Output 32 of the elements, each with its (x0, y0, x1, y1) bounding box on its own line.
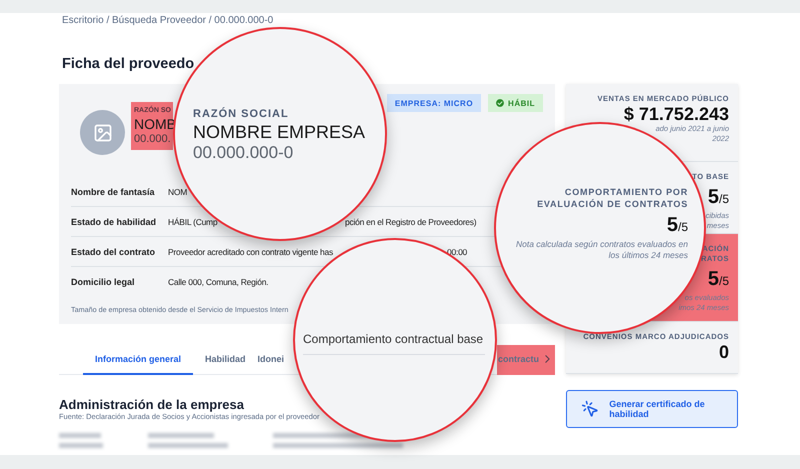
company-name: NOMBRE EMPRESA (193, 121, 366, 143)
detail-label: Estado de habilidad (71, 216, 156, 226)
detail-label: Nombre de fantasía (71, 186, 155, 196)
detail-value: Calle 000, Comuna, Región. (168, 277, 268, 287)
page-title: Ficha del proveedo (61, 55, 194, 74)
check-icon (496, 99, 504, 107)
score-title: COMPORTAMIENTO POR EVALUACIÓN DE CONTRATOS (536, 186, 688, 210)
certificate-button[interactable]: Generar certificado de habilidad (566, 390, 738, 428)
score-note: Nota calculada según contratos evaluados en los últimos 24 meses (514, 239, 688, 261)
image-icon (80, 110, 125, 155)
tab[interactable]: Idonei (258, 345, 284, 375)
tab-label: Comportamiento contractual base (303, 332, 485, 355)
detail-label: Domicilio legal (71, 277, 135, 287)
status-badge: HÁBIL (488, 94, 543, 112)
company-label: RAZÓN SOCIAL (193, 108, 289, 121)
tab[interactable]: Información general (83, 345, 194, 375)
breadcrumb: Escritorio / Búsqueda Proveedor / 00.000.000-0 (61, 15, 274, 27)
tab[interactable]: Habilidad (205, 345, 246, 375)
stat-value: 0 (718, 342, 729, 362)
detail-label: Estado del contrato (71, 246, 156, 256)
stat-score: 5/5 (708, 186, 729, 210)
size-badge: EMPRESA: MICRO (386, 94, 482, 112)
stat-score: 5/5 (708, 268, 729, 292)
detail-value: NOM (168, 186, 188, 196)
detail-value: Proveedor acreditado con contrato vigente has (168, 246, 334, 256)
company-rut: 00.000. (134, 133, 170, 146)
stat-value: $ 71.752.243 (624, 104, 729, 124)
detail-value: HÁBIL (Cump (168, 216, 218, 226)
score-value: 5/5 (666, 214, 688, 238)
company-rut: 00.000.000-0 (193, 143, 294, 163)
section-title: Administración de la empresa (59, 397, 244, 412)
detail-value: pción en el Registro de Proveedores) (345, 216, 476, 226)
